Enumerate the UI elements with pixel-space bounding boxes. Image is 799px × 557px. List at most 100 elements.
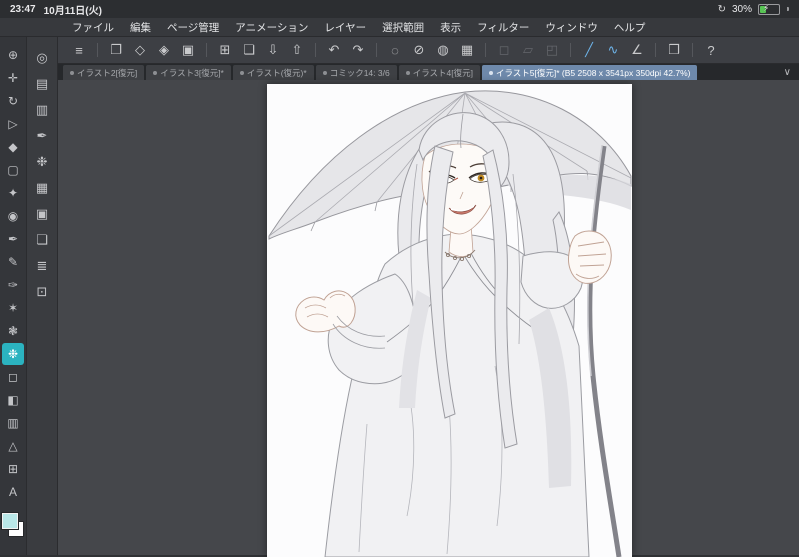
liquify-icon: ◰ [545, 42, 559, 57]
menu-item[interactable]: フィルター [469, 20, 537, 35]
snap-to-ruler-icon[interactable]: ╱ [578, 40, 600, 60]
material-icon[interactable]: ▤ [30, 72, 54, 96]
operation-tool-icon[interactable]: ▷ [2, 113, 24, 135]
menu-item[interactable]: レイヤー [316, 20, 374, 35]
brush-tool-icon[interactable]: ✑ [2, 274, 24, 296]
menu-item[interactable]: 選択範囲 [374, 20, 432, 35]
airbrush-tool-icon[interactable]: ✶ [2, 297, 24, 319]
pencil-tool-icon[interactable]: ✎ [2, 251, 24, 273]
frame-border-tool-icon[interactable]: ⊞ [2, 458, 24, 480]
tool-list: ⊕ ✛ ↻ ▷ ◆ ▢ ✦ ◉ ✒ ✎ ✑ ✶ ❃ ❉ ◻ ◧ ▥ △ ⊞ A [2, 43, 24, 504]
crop-icon[interactable]: ▦ [456, 40, 478, 60]
rotate-canvas-icon[interactable]: ◈ [153, 40, 175, 60]
zoom-tool-icon[interactable]: ⊕ [2, 44, 24, 66]
selection-tool-icon[interactable]: ▢ [2, 159, 24, 181]
timeline-icon[interactable]: ⊡ [30, 280, 54, 304]
select-area-icon[interactable]: ◌ [384, 40, 406, 60]
deselect-icon[interactable]: ⊘ [408, 40, 430, 60]
toolbar-divider [692, 43, 693, 57]
undo-icon[interactable]: ↶ [323, 40, 345, 60]
hand-tool-icon[interactable]: ✛ [2, 67, 24, 89]
menu-item[interactable]: ページ管理 [159, 20, 227, 35]
document-tab[interactable]: コミック14: 3/6 [315, 65, 397, 80]
document-tab[interactable]: イラスト2[復元] [63, 65, 145, 80]
primary-color-swatch[interactable] [2, 513, 18, 529]
menu-item[interactable]: ウィンドウ [537, 20, 606, 35]
menu-item[interactable]: 編集 [122, 20, 159, 35]
main-tool-column: ⊕ ✛ ↻ ▷ ◆ ▢ ✦ ◉ ✒ ✎ ✑ ✶ ❃ ❉ ◻ ◧ ▥ △ ⊞ A [0, 37, 27, 555]
ink-icon[interactable]: ✒ [30, 124, 54, 148]
watercolor-icon[interactable]: ❉ [30, 150, 54, 174]
menu-bar: ファイル 編集 ページ管理 アニメーション レイヤー 選択範囲 表示 フィルター ウィンドウ ヘル… [0, 18, 799, 37]
export-icon[interactable]: ⇧ [286, 40, 308, 60]
measure-icon[interactable]: ∠ [626, 40, 648, 60]
tab-overflow-chevron-icon[interactable]: ∨ [776, 64, 799, 80]
workspace [58, 80, 799, 557]
palette-icon[interactable]: ▦ [30, 176, 54, 200]
toolbar-divider [655, 43, 656, 57]
orientation-lock-icon: ↻ [717, 3, 726, 15]
drawing-canvas[interactable] [267, 84, 632, 557]
invert-selection-icon[interactable]: ◍ [432, 40, 454, 60]
menu-item[interactable]: 表示 [432, 20, 469, 35]
text-tool-icon[interactable]: A [2, 481, 24, 503]
canvas-settings-icon[interactable]: ❐ [105, 40, 127, 60]
auto-select-tool-icon[interactable]: ✦ [2, 182, 24, 204]
menu-item[interactable]: ヘルプ [606, 20, 654, 35]
menu-item[interactable]: アニメーション [227, 20, 316, 35]
command-toolbar: ≡ ❐ ◇ ◈ ▣ ⊞ ❏ ⇩ ⇧ ↶ ↷ ◌ ⊘ ◍ ▦ ◻ ▱ ◰ ╱ ∿ ∠ ❒? [58, 37, 799, 64]
pen-tool-icon[interactable]: ✒ [2, 228, 24, 250]
canvas-artwork [267, 84, 632, 557]
toolbar-divider [376, 43, 377, 57]
reference-window-icon[interactable]: ▣ [177, 40, 199, 60]
toolbar-divider [570, 43, 571, 57]
battery-percent: 30% [731, 3, 752, 15]
figure-tool-icon[interactable]: △ [2, 435, 24, 457]
decoration-tool-icon[interactable]: ❃ [2, 320, 24, 342]
panel-layout-icon[interactable]: ❒ [663, 40, 685, 60]
open-file-icon[interactable]: ❏ [238, 40, 260, 60]
help-icon[interactable]: ? [700, 40, 722, 60]
tab-list: イラスト2[復元] イラスト3[復元]* イラスト(復元)* コミック14: 3/6 イ… [62, 64, 698, 80]
scale-transform-icon: ◻ [498, 42, 510, 57]
charging-bolt-icon: ⚡ [763, 2, 770, 13]
flip-canvas-icon[interactable]: ◇ [129, 40, 151, 60]
document-tab[interactable]: イラスト5[復元]* (B5 2508 x 3541px 350dpi 42.7… [481, 65, 698, 80]
sub-tool-column: ◎ ▤ ▥ ✒ ❉ ▦ ▣ ❏ ≣ ⊡ [27, 37, 58, 555]
battery-icon: ⚡ [758, 2, 780, 15]
layers-icon[interactable]: ≣ [30, 254, 54, 278]
new-canvas-icon[interactable]: ⊞ [214, 40, 236, 60]
document-tab[interactable]: イラスト3[復元]* [146, 65, 231, 80]
left-tool-strip: ⊕ ✛ ↻ ▷ ◆ ▢ ✦ ◉ ✒ ✎ ✑ ✶ ❃ ❉ ◻ ◧ ▥ △ ⊞ A ◎ ▤ ▥ ✒ ❉ ▦ ▣ ❏ ≣ ⊡ [0, 37, 58, 555]
snap-to-curve-icon[interactable]: ∿ [602, 40, 624, 60]
gradient-tool-icon[interactable]: ▥ [2, 412, 24, 434]
save-icon[interactable]: ⇩ [262, 40, 284, 60]
shapes-icon[interactable]: ❏ [30, 228, 54, 252]
status-bar: 23:47 10月11日(火) ↻ 30% ⚡ [0, 0, 799, 18]
fill-tool-icon[interactable]: ◧ [2, 389, 24, 411]
toolbar-divider [206, 43, 207, 57]
toolbar-divider [315, 43, 316, 57]
quick-access-icon[interactable]: ◎ [30, 46, 54, 70]
date: 10月11日(火) [43, 5, 102, 17]
redo-icon[interactable]: ↷ [347, 40, 369, 60]
toolbar-divider [485, 43, 486, 57]
clock: 23:47 [10, 3, 36, 15]
document-tab[interactable]: イラスト4[復元] [398, 65, 480, 80]
mesh-transform-icon: ▱ [523, 42, 533, 57]
main-menu-icon[interactable]: ≡ [68, 40, 90, 60]
menu-item[interactable]: ファイル [64, 20, 122, 35]
eraser-tool-icon[interactable]: ◻ [2, 366, 24, 388]
document-tab[interactable]: イラスト(復元)* [232, 65, 314, 80]
color-swatches[interactable] [1, 512, 25, 538]
settings-store-icon[interactable]: ▣ [30, 202, 54, 226]
clip-studio-app: 23:47 10月11日(火) ↻ 30% ⚡ ファイル 編集 ページ管理 アニメーシ… [0, 0, 799, 557]
toolbar-divider [97, 43, 98, 57]
battery-tip [787, 7, 789, 11]
rotate-view-tool-icon[interactable]: ↻ [2, 90, 24, 112]
blend-tool-icon[interactable]: ❉ [2, 343, 24, 365]
document-tab-bar: イラスト2[復元] イラスト3[復元]* イラスト(復元)* コミック14: 3/6 イ… [58, 64, 799, 80]
eyedropper-tool-icon[interactable]: ◉ [2, 205, 24, 227]
layer-move-tool-icon[interactable]: ◆ [2, 136, 24, 158]
color-set-icon[interactable]: ▥ [30, 98, 54, 122]
